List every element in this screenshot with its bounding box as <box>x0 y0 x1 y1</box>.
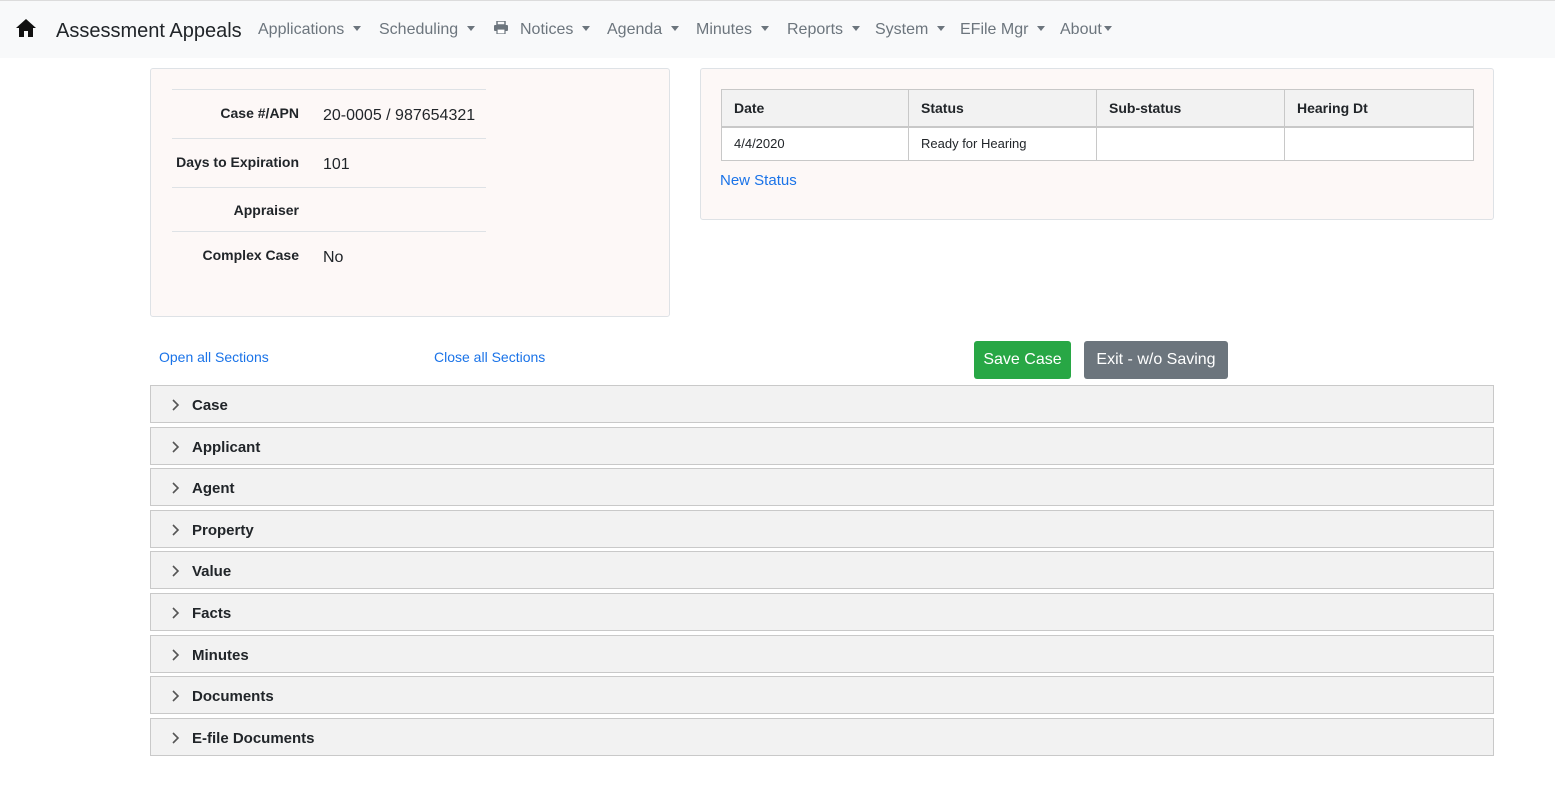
chevron-down-icon <box>852 26 861 31</box>
nav-reports[interactable]: Reports <box>787 21 861 39</box>
chevron-down-icon <box>761 26 770 31</box>
appraiser-label: Appraiser <box>233 202 299 218</box>
nav-agenda[interactable]: Agenda <box>607 21 680 39</box>
section-property[interactable]: Property <box>150 509 1494 548</box>
appraiser-value <box>323 188 486 232</box>
status-card: Date Status Sub-status Hearing Dt 4/4/20… <box>700 68 1494 220</box>
section-label: Applicant <box>192 438 261 456</box>
nav-efile-mgr[interactable]: EFile Mgr <box>960 21 1046 39</box>
chevron-right-icon <box>172 607 180 619</box>
nav-system-label: System <box>875 21 929 38</box>
complex-case-label: Complex Case <box>202 247 299 263</box>
section-value[interactable]: Value <box>150 551 1494 590</box>
section-label: Documents <box>192 688 274 706</box>
section-label: Facts <box>192 604 232 622</box>
top-navbar: Assessment Appeals Applications Scheduli… <box>0 0 1555 58</box>
chevron-right-icon <box>172 441 180 453</box>
section-minutes[interactable]: Minutes <box>150 634 1494 673</box>
status-table-header: Date Status Sub-status Hearing Dt <box>721 89 1474 128</box>
chevron-right-icon <box>172 482 180 494</box>
section-label: Case <box>192 397 228 414</box>
chevron-down-icon <box>353 26 362 31</box>
status-cell: Ready for Hearing <box>908 126 1097 161</box>
chevron-right-icon <box>172 524 180 536</box>
case-info-row: Case #/APN 20-0005 / 987654321 <box>172 89 486 139</box>
chevron-down-icon <box>467 26 476 31</box>
case-info-table: Case #/APN 20-0005 / 987654321 Days to E… <box>172 89 486 282</box>
section-label: Value <box>192 563 232 581</box>
open-all-sections-link[interactable]: Open all Sections <box>159 349 269 365</box>
nav-system[interactable]: System <box>875 21 946 39</box>
case-apn-value: 20-0005 / 987654321 <box>323 107 476 124</box>
nav-about-label: About <box>1060 21 1102 38</box>
section-facts[interactable]: Facts <box>150 592 1494 631</box>
section-label: Property <box>192 521 254 539</box>
case-apn-label: Case #/APN <box>220 105 299 121</box>
app-brand[interactable]: Assessment Appeals <box>56 20 242 43</box>
nav-efile-mgr-label: EFile Mgr <box>960 21 1029 38</box>
chevron-down-icon <box>671 26 680 31</box>
column-header-status: Status <box>908 89 1097 128</box>
nav-scheduling[interactable]: Scheduling <box>379 21 476 39</box>
chevron-down-icon <box>937 26 946 31</box>
chevron-down-icon <box>1037 26 1046 31</box>
chevron-right-icon <box>172 732 180 744</box>
nav-applications-label: Applications <box>258 21 345 38</box>
days-to-expiration-value: 101 <box>323 156 350 173</box>
status-table: Date Status Sub-status Hearing Dt 4/4/20… <box>721 89 1474 161</box>
column-header-sub-status: Sub-status <box>1096 89 1285 128</box>
chevron-right-icon <box>172 399 180 411</box>
new-status-link[interactable]: New Status <box>720 172 797 189</box>
chevron-right-icon <box>172 648 180 661</box>
nav-notices[interactable]: Notices <box>520 21 591 39</box>
printer-icon <box>494 21 508 34</box>
section-agent[interactable]: Agent <box>150 468 1494 507</box>
chevron-right-icon <box>172 690 180 702</box>
nav-notices-label: Notices <box>520 21 574 38</box>
status-date-cell: 4/4/2020 <box>721 126 909 161</box>
hearing-dt-cell <box>1284 126 1474 161</box>
section-label: Agent <box>192 480 235 498</box>
nav-scheduling-label: Scheduling <box>379 21 459 38</box>
case-info-row: Appraiser <box>172 187 486 232</box>
exit-without-saving-button[interactable]: Exit - w/o Saving <box>1084 341 1228 379</box>
days-to-expiration-label: Days to Expiration <box>176 154 299 170</box>
close-all-sections-link[interactable]: Close all Sections <box>434 349 545 365</box>
sub-status-cell <box>1096 126 1285 161</box>
nav-minutes-label: Minutes <box>696 21 753 38</box>
column-header-hearing-dt: Hearing Dt <box>1284 89 1474 128</box>
chevron-right-icon <box>172 565 180 577</box>
section-label: Minutes <box>192 646 249 664</box>
nav-about[interactable]: About <box>1060 21 1112 39</box>
case-info-card: Case #/APN 20-0005 / 987654321 Days to E… <box>150 68 670 317</box>
nav-agenda-label: Agenda <box>607 21 663 38</box>
save-case-button[interactable]: Save Case <box>974 341 1071 379</box>
section-case[interactable]: Case <box>150 385 1494 423</box>
nav-minutes[interactable]: Minutes <box>696 21 770 39</box>
nav-applications[interactable]: Applications <box>258 21 362 39</box>
chevron-down-icon <box>1103 26 1112 31</box>
section-label: E-file Documents <box>192 729 315 747</box>
complex-case-value: No <box>323 249 344 266</box>
case-info-row: Days to Expiration 101 <box>172 138 486 188</box>
sections-accordion: Case Applicant Agent Property Value Fact… <box>150 385 1494 759</box>
table-row[interactable]: 4/4/2020 Ready for Hearing <box>721 126 1474 161</box>
column-header-date: Date <box>721 89 909 128</box>
section-e-file-documents[interactable]: E-file Documents <box>150 717 1494 756</box>
case-info-row: Complex Case No <box>172 231 486 282</box>
chevron-down-icon <box>582 26 591 31</box>
section-documents[interactable]: Documents <box>150 676 1494 715</box>
nav-reports-label: Reports <box>787 21 844 38</box>
section-applicant[interactable]: Applicant <box>150 426 1494 465</box>
home-icon[interactable] <box>15 18 37 38</box>
